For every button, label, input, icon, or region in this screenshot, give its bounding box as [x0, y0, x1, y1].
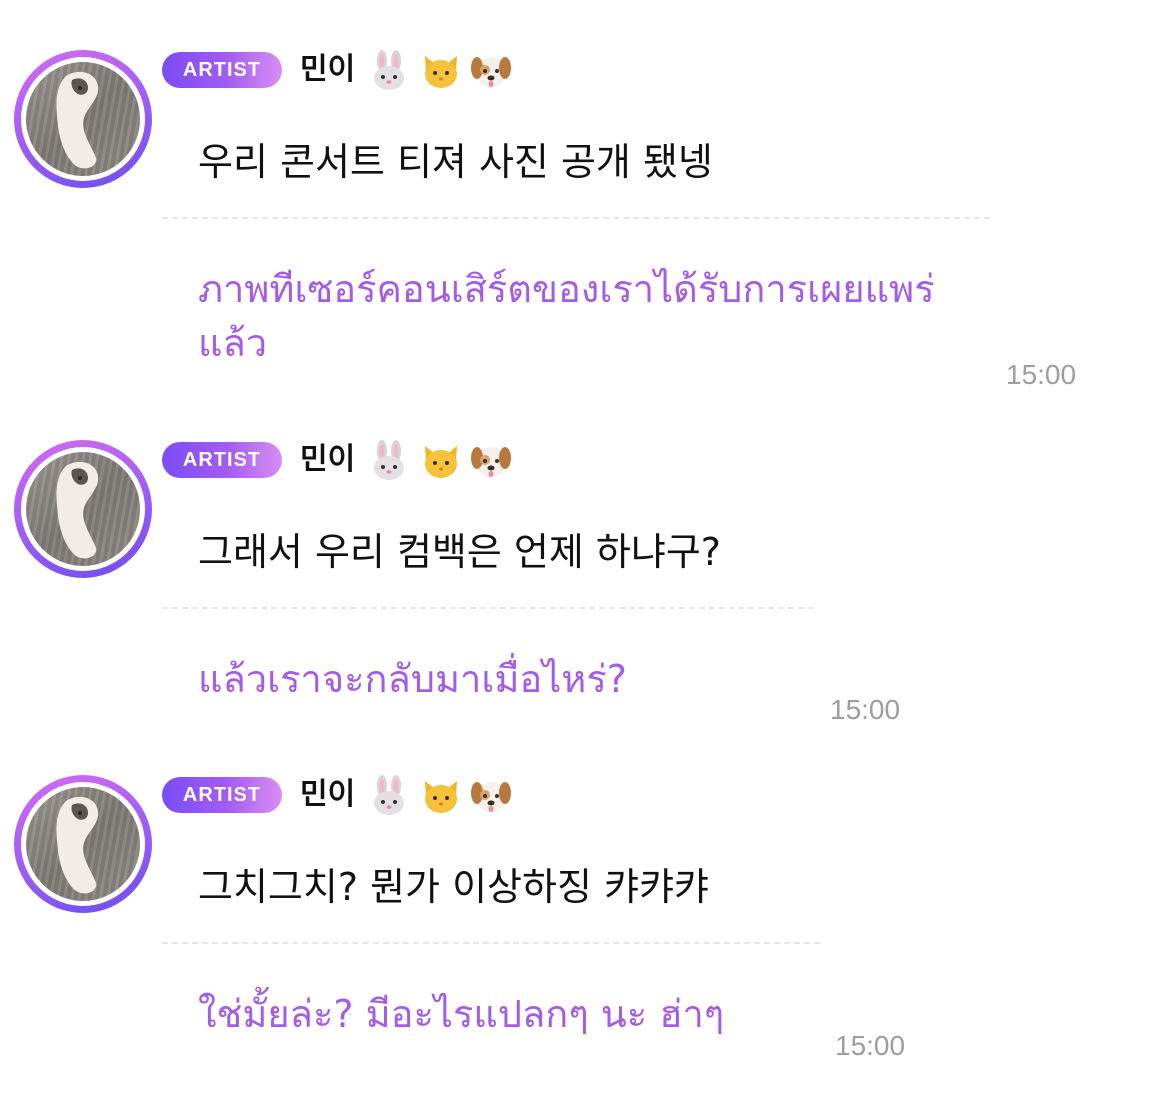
- timestamp: 15:00: [830, 694, 901, 725]
- chat-message: ARTIST 민이: [0, 775, 1169, 1115]
- divider: [162, 217, 990, 219]
- avatar[interactable]: [14, 440, 152, 578]
- dog-face-icon: [471, 447, 511, 477]
- sender-name[interactable]: 민이: [300, 773, 355, 817]
- rabbit-face-icon: [374, 440, 404, 480]
- rabbit-face-icon: [374, 775, 404, 815]
- avatar[interactable]: [14, 775, 152, 913]
- cat-face-icon: [425, 781, 457, 813]
- divider: [162, 942, 820, 944]
- sender-name[interactable]: 민이: [300, 48, 355, 92]
- timestamp: 15:00: [835, 1030, 906, 1061]
- timestamp: 15:00: [1006, 359, 1077, 390]
- chat-message: ARTIST 민이: [0, 50, 1169, 390]
- sender-name[interactable]: 민이: [300, 438, 355, 482]
- message-text: 그치그치? 뭔가 이상하징 캬캬캬: [198, 865, 709, 909]
- artist-badge: ARTIST: [162, 442, 282, 478]
- translation-text: ภาพทีเซอร์คอนเสิร์ตของเราได้รับการเผยแพร…: [198, 267, 935, 365]
- artist-badge: ARTIST: [162, 777, 282, 813]
- divider: [162, 607, 814, 609]
- dog-face-icon: [471, 57, 511, 87]
- dog-face-icon: [471, 782, 511, 812]
- artist-badge: ARTIST: [162, 52, 282, 88]
- message-text: 우리 콘서트 티져 사진 공개 됐넹: [198, 140, 713, 184]
- chat-message: ARTIST 민이: [0, 440, 1169, 780]
- avatar[interactable]: [14, 50, 152, 188]
- cat-face-icon: [425, 446, 457, 478]
- rabbit-face-icon: [374, 50, 404, 90]
- avatar-image: [26, 62, 140, 176]
- message-text: 그래서 우리 컴백은 언제 하냐구?: [198, 530, 721, 574]
- cat-face-icon: [425, 56, 457, 88]
- avatar-image: [26, 452, 140, 566]
- avatar-image: [26, 787, 140, 901]
